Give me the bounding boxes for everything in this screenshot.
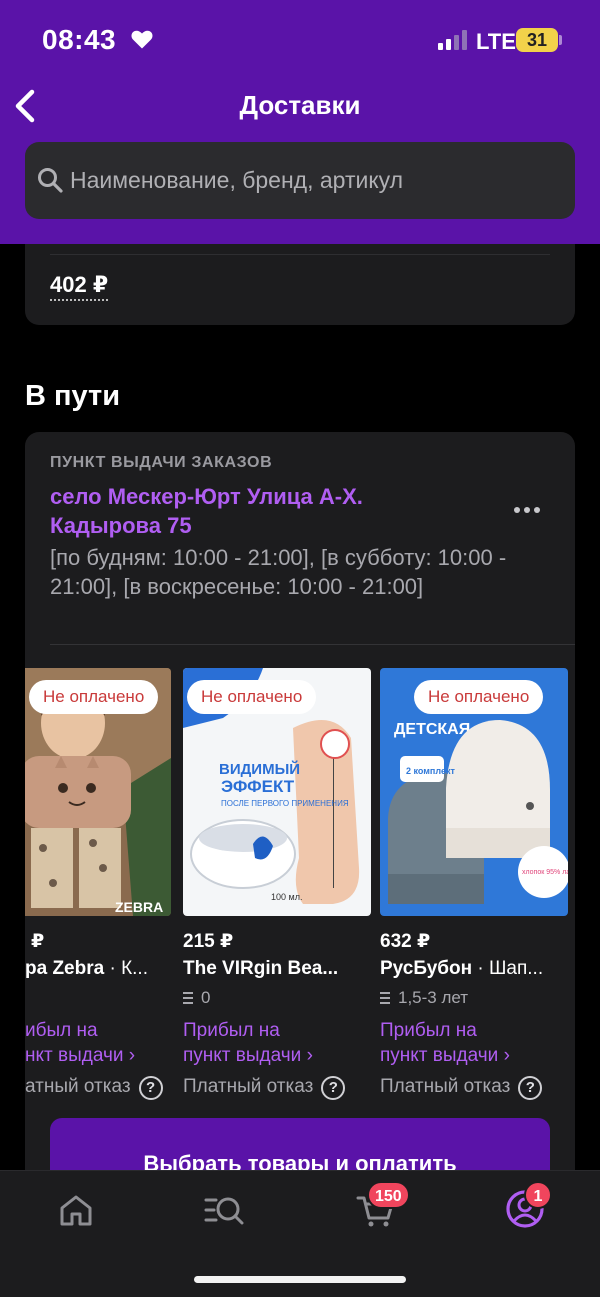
status-time: 08:43 bbox=[42, 24, 117, 55]
battery-tip bbox=[559, 35, 562, 45]
product-price: 632 ₽ bbox=[380, 931, 431, 952]
paid-refusal-label: атный отказ? bbox=[25, 1076, 163, 1100]
battery-icon: 31 bbox=[516, 28, 558, 52]
home-indicator bbox=[194, 1276, 406, 1283]
paid-refusal-label: Платный отказ? bbox=[183, 1076, 346, 1100]
order-total-price[interactable]: 402 ₽ bbox=[50, 272, 109, 301]
search-icon bbox=[38, 168, 63, 193]
help-icon[interactable]: ? bbox=[138, 1076, 163, 1100]
pickup-point-label: ПУНКТ ВЫДАЧИ ЗАКАЗОВ bbox=[50, 454, 273, 471]
svg-text:100 мл.: 100 мл. bbox=[271, 892, 302, 902]
product-price: 215 ₽ bbox=[183, 931, 234, 952]
svg-text:ЭФФЕКТ: ЭФФЕКТ bbox=[221, 777, 295, 796]
product-delivery-status[interactable]: Прибыл на пункт выдачи › bbox=[183, 1018, 371, 1068]
paid-refusal-label: Платный отказ? bbox=[380, 1076, 543, 1100]
heart-icon bbox=[131, 30, 153, 49]
product-size: 0 bbox=[183, 988, 210, 1008]
cart-count-badge: 150 bbox=[367, 1181, 410, 1209]
product-carousel[interactable]: ZEBRA Не оплачено ₽ ра Zebra · К... ибыл… bbox=[25, 668, 575, 1108]
pickup-point-hours: [по будням: 10:00 - 21:00], [в субботу: … bbox=[50, 545, 507, 599]
signal-icon bbox=[438, 30, 467, 50]
help-icon[interactable]: ? bbox=[321, 1076, 346, 1100]
unpaid-badge: Не оплачено bbox=[414, 680, 544, 714]
more-options-icon[interactable] bbox=[514, 500, 554, 516]
svg-text:ВИДИМЫЙ: ВИДИМЫЙ bbox=[219, 760, 300, 778]
product-card[interactable]: ДЕТСКАЯ 2 комплект хлопок 95% лайкра 5% … bbox=[380, 668, 568, 1108]
page-title: Доставки bbox=[239, 90, 361, 120]
product-image[interactable]: ДЕТСКАЯ 2 комплект хлопок 95% лайкра 5% … bbox=[380, 668, 568, 916]
product-name: ра Zebra · К... bbox=[25, 958, 148, 979]
divider bbox=[50, 254, 550, 255]
product-price: ₽ bbox=[31, 931, 45, 952]
product-name: РусБубон · Шап... bbox=[380, 958, 544, 979]
search-input[interactable] bbox=[70, 160, 550, 200]
svg-text:ДЕТСКАЯ: ДЕТСКАЯ bbox=[394, 721, 470, 738]
svg-text:ПОСЛЕ ПЕРВОГО ПРИМЕНЕНИЯ: ПОСЛЕ ПЕРВОГО ПРИМЕНЕНИЯ bbox=[221, 799, 349, 808]
divider bbox=[50, 644, 575, 645]
product-card[interactable]: ZEBRA Не оплачено ₽ ра Zebra · К... ибыл… bbox=[25, 668, 171, 1108]
section-title-in-transit: В пути bbox=[25, 380, 121, 412]
pickup-point-address[interactable]: село Мескер-Юрт Улица А-Х. Кадырова 75 bbox=[50, 482, 430, 540]
product-card[interactable]: ВИДИМЫЙ ЭФФЕКТ ПОСЛЕ ПЕРВОГО ПРИМЕНЕНИЯ … bbox=[183, 668, 371, 1108]
product-image[interactable]: ZEBRA Не оплачено bbox=[25, 668, 171, 916]
svg-text:хлопок 95% лайкра 5%: хлопок 95% лайкра 5% bbox=[522, 868, 568, 876]
help-icon[interactable]: ? bbox=[518, 1076, 543, 1100]
product-name: The VIRgin Bea... bbox=[183, 958, 339, 979]
svg-text:ZEBRA: ZEBRA bbox=[115, 899, 163, 915]
home-icon[interactable] bbox=[56, 1190, 96, 1230]
unpaid-badge: Не оплачено bbox=[187, 680, 317, 714]
list-icon bbox=[380, 992, 390, 1004]
unpaid-badge: Не оплачено bbox=[29, 680, 159, 714]
product-size: 1,5-3 лет bbox=[380, 988, 468, 1008]
network-type: LTE bbox=[476, 29, 516, 54]
profile-notification-badge: 1 bbox=[524, 1181, 552, 1209]
list-icon bbox=[183, 992, 193, 1004]
svg-text:2 комплект: 2 комплект bbox=[406, 766, 455, 776]
status-bar: 08:43 LTE 31 bbox=[0, 0, 600, 80]
product-delivery-status[interactable]: Прибыл на пункт выдачи › bbox=[380, 1018, 568, 1068]
catalog-search-icon[interactable] bbox=[204, 1190, 244, 1230]
product-image[interactable]: ВИДИМЫЙ ЭФФЕКТ ПОСЛЕ ПЕРВОГО ПРИМЕНЕНИЯ … bbox=[183, 668, 371, 916]
